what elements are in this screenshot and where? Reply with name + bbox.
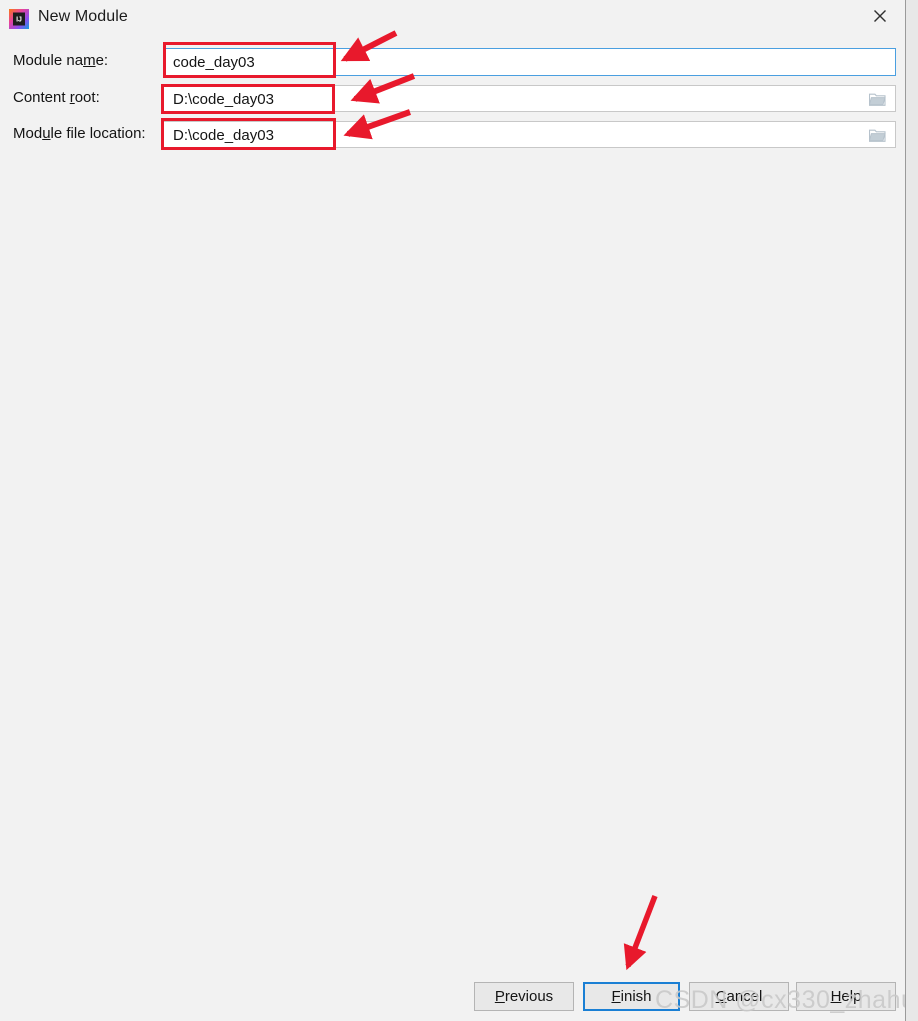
cancel-button[interactable]: Cancel <box>689 982 789 1011</box>
svg-text:IJ: IJ <box>16 16 22 23</box>
module-file-location-value: D:\code_day03 <box>173 127 274 144</box>
window-right-gutter <box>906 0 918 1021</box>
folder-icon[interactable] <box>860 123 894 146</box>
folder-icon[interactable] <box>860 87 894 110</box>
content-root-input[interactable]: D:\code_day03 <box>163 85 896 112</box>
previous-button[interactable]: Previous <box>474 982 574 1011</box>
module-file-location-label: Module file location: <box>13 125 146 142</box>
new-module-dialog: IJ New Module Module name: code_day03 Co… <box>0 0 918 1021</box>
module-name-label: Module name: <box>13 52 109 69</box>
form-row-module-name: Module name: code_day03 <box>0 48 905 76</box>
close-icon[interactable] <box>856 0 904 32</box>
form-row-content-root: Content root: D:\code_day03 <box>0 85 905 112</box>
module-file-location-input[interactable]: D:\code_day03 <box>163 121 896 148</box>
content-root-value: D:\code_day03 <box>173 91 274 108</box>
module-name-input[interactable]: code_day03 <box>163 48 896 76</box>
annotation-arrows <box>340 30 658 971</box>
title-bar: IJ New Module <box>0 0 905 38</box>
module-name-value: code_day03 <box>173 54 255 71</box>
dialog-button-bar: Previous Finish Cancel Help <box>0 975 905 1021</box>
help-button[interactable]: Help <box>796 982 896 1011</box>
intellij-idea-icon: IJ <box>9 9 29 29</box>
form-row-module-file-location: Module file location: D:\code_day03 <box>0 121 905 148</box>
page-title: New Module <box>38 8 128 25</box>
finish-button[interactable]: Finish <box>583 982 680 1011</box>
arrow-to-finish-button <box>623 895 658 971</box>
content-root-label: Content root: <box>13 89 100 106</box>
